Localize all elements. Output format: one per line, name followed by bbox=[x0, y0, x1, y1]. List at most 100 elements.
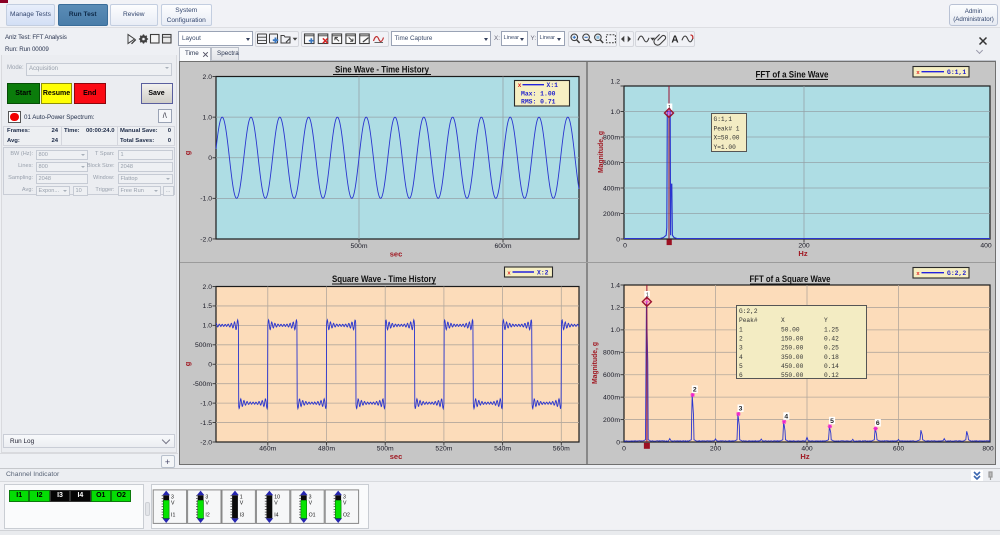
svg-text:600: 600 bbox=[893, 446, 905, 453]
svg-text:-500m: -500m bbox=[193, 381, 213, 388]
svg-text:150.00: 150.00 bbox=[781, 335, 804, 342]
svg-text:V: V bbox=[240, 501, 244, 507]
svg-text:0.42: 0.42 bbox=[824, 335, 839, 342]
svg-text:500m: 500m bbox=[195, 342, 212, 349]
svg-text:I3: I3 bbox=[240, 513, 244, 519]
svg-text:600m: 600m bbox=[603, 372, 620, 379]
svg-text:800: 800 bbox=[982, 446, 994, 453]
svg-text:1.2: 1.2 bbox=[611, 305, 621, 312]
svg-text:0.25: 0.25 bbox=[824, 345, 839, 352]
svg-text:350.00: 350.00 bbox=[781, 354, 804, 361]
svg-text:Max: 1.00: Max: 1.00 bbox=[521, 91, 556, 98]
svg-text:x: x bbox=[507, 269, 511, 276]
svg-text:2: 2 bbox=[739, 335, 743, 342]
svg-text:1.2: 1.2 bbox=[611, 79, 621, 86]
svg-text:0.14: 0.14 bbox=[824, 363, 839, 370]
svg-text:0.12: 0.12 bbox=[824, 372, 839, 379]
svg-text:460m: 460m bbox=[259, 446, 276, 453]
svg-text:I4: I4 bbox=[274, 513, 278, 519]
svg-text:Square Wave - Time History: Square Wave - Time History bbox=[332, 274, 436, 284]
svg-text:550.00: 550.00 bbox=[781, 372, 804, 379]
svg-text:g: g bbox=[183, 150, 192, 155]
svg-text:0: 0 bbox=[208, 362, 212, 369]
svg-text:5: 5 bbox=[830, 418, 834, 425]
svg-text:FFT of a Sine Wave: FFT of a Sine Wave bbox=[756, 70, 829, 80]
svg-text:200m: 200m bbox=[603, 211, 620, 218]
svg-text:-1.0: -1.0 bbox=[200, 400, 212, 407]
svg-text:I2: I2 bbox=[205, 513, 209, 519]
svg-text:I1: I1 bbox=[171, 513, 175, 519]
svg-text:V: V bbox=[274, 501, 278, 507]
svg-text:Magnitude, g: Magnitude, g bbox=[596, 131, 605, 173]
svg-text:6: 6 bbox=[739, 372, 743, 379]
svg-text:Sine Wave - Time History: Sine Wave - Time History bbox=[335, 65, 429, 75]
svg-text:Y: Y bbox=[824, 317, 828, 324]
svg-text:250.00: 250.00 bbox=[781, 345, 804, 352]
svg-text:Y=1.00: Y=1.00 bbox=[714, 144, 737, 151]
svg-text:600m: 600m bbox=[603, 160, 620, 167]
svg-text:450.00: 450.00 bbox=[781, 363, 804, 370]
svg-text:V: V bbox=[343, 501, 347, 507]
svg-text:500m: 500m bbox=[350, 243, 367, 250]
svg-text:X=50.00: X=50.00 bbox=[714, 135, 740, 142]
svg-text:sec: sec bbox=[390, 452, 403, 461]
svg-text:X:1: X:1 bbox=[547, 82, 559, 89]
svg-text:V: V bbox=[309, 501, 313, 507]
svg-text:4: 4 bbox=[784, 413, 788, 420]
svg-text:1.0: 1.0 bbox=[203, 323, 213, 330]
svg-text:G:1,1: G:1,1 bbox=[947, 69, 966, 76]
svg-text:-2.0: -2.0 bbox=[200, 439, 212, 446]
svg-text:Peak#: Peak# bbox=[739, 317, 758, 324]
svg-text:X: X bbox=[781, 317, 785, 324]
svg-text:x: x bbox=[916, 69, 920, 76]
svg-text:800m: 800m bbox=[603, 350, 620, 357]
svg-text:480m: 480m bbox=[318, 446, 335, 453]
svg-text:x: x bbox=[916, 270, 920, 277]
svg-text:200: 200 bbox=[710, 446, 722, 453]
svg-text:O1: O1 bbox=[309, 513, 316, 519]
svg-text:1.0: 1.0 bbox=[203, 114, 213, 121]
svg-text:X:2: X:2 bbox=[537, 270, 549, 277]
svg-text:3: 3 bbox=[739, 405, 743, 412]
svg-text:0: 0 bbox=[616, 236, 620, 243]
svg-text:1.4: 1.4 bbox=[611, 282, 621, 289]
svg-text:RMS: 0.71: RMS: 0.71 bbox=[521, 99, 556, 106]
svg-text:sec: sec bbox=[390, 250, 403, 259]
svg-text:6: 6 bbox=[876, 420, 880, 427]
svg-text:200m: 200m bbox=[603, 417, 620, 424]
svg-text:0: 0 bbox=[208, 155, 212, 162]
svg-text:2.0: 2.0 bbox=[203, 74, 213, 81]
svg-text:1: 1 bbox=[739, 326, 743, 333]
svg-text:0: 0 bbox=[623, 243, 627, 250]
svg-text:Peak# 1: Peak# 1 bbox=[714, 125, 740, 132]
svg-text:5: 5 bbox=[739, 363, 743, 370]
svg-text:560m: 560m bbox=[553, 446, 570, 453]
svg-text:4: 4 bbox=[739, 354, 743, 361]
svg-text:1.0: 1.0 bbox=[611, 327, 621, 334]
svg-text:-2.0: -2.0 bbox=[200, 236, 212, 243]
svg-text:1.5: 1.5 bbox=[203, 303, 213, 310]
svg-text:0: 0 bbox=[622, 446, 626, 453]
svg-text:Hz: Hz bbox=[800, 452, 809, 461]
svg-text:520m: 520m bbox=[435, 446, 452, 453]
svg-text:2.0: 2.0 bbox=[203, 284, 213, 291]
svg-text:400m: 400m bbox=[603, 394, 620, 401]
svg-text:O2: O2 bbox=[343, 513, 350, 519]
svg-text:600m: 600m bbox=[494, 243, 511, 250]
svg-text:V: V bbox=[205, 501, 209, 507]
svg-text:g: g bbox=[183, 361, 192, 366]
svg-text:-1.5: -1.5 bbox=[200, 420, 212, 427]
svg-text:400m: 400m bbox=[603, 185, 620, 192]
svg-text:400: 400 bbox=[980, 243, 992, 250]
svg-text:540m: 540m bbox=[494, 446, 511, 453]
svg-text:0: 0 bbox=[616, 439, 620, 446]
svg-text:Magnitude, g: Magnitude, g bbox=[590, 342, 599, 384]
svg-text:2: 2 bbox=[693, 386, 697, 393]
svg-text:FFT of a Square Wave: FFT of a Square Wave bbox=[750, 274, 831, 284]
svg-text:-1.0: -1.0 bbox=[200, 196, 212, 203]
svg-text:3: 3 bbox=[739, 345, 743, 352]
svg-text:G:1,1: G:1,1 bbox=[714, 116, 733, 123]
svg-text:1.0: 1.0 bbox=[611, 109, 621, 116]
svg-text:V: V bbox=[171, 501, 175, 507]
svg-text:x: x bbox=[518, 82, 522, 89]
